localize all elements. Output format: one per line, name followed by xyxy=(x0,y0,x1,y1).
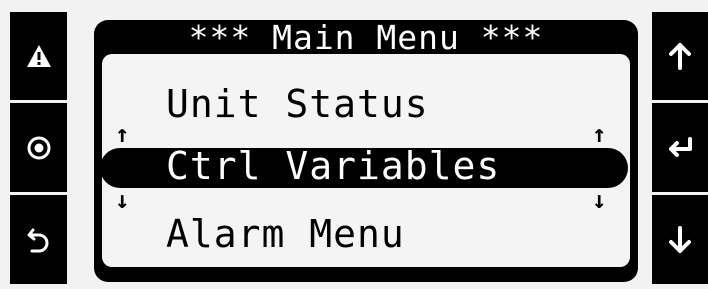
arrow-up-icon xyxy=(669,43,691,70)
button-divider xyxy=(10,192,67,195)
scroll-down-indicator-left: ↓ xyxy=(115,186,130,214)
escape-button[interactable] xyxy=(10,196,67,284)
scroll-up-indicator-left: ↑ xyxy=(115,120,130,148)
menu-item-ctrl-variables[interactable]: Ctrl Variables xyxy=(166,144,500,188)
enter-button[interactable] xyxy=(652,104,708,192)
enter-icon xyxy=(669,137,692,157)
left-button-column xyxy=(10,12,67,284)
right-button-column xyxy=(652,12,708,284)
alarm-button[interactable] xyxy=(10,12,67,100)
up-button[interactable] xyxy=(652,12,708,100)
program-button[interactable] xyxy=(10,104,67,192)
menu-title: *** Main Menu *** xyxy=(188,18,544,57)
menu-item-unit-status[interactable]: Unit Status xyxy=(166,82,429,126)
menu-item-alarm-menu[interactable]: Alarm Menu xyxy=(166,212,405,256)
button-divider xyxy=(652,100,708,103)
down-button[interactable] xyxy=(652,196,708,284)
hmi-device: *** Main Menu *** Unit Status Ctrl Varia… xyxy=(0,0,708,289)
warning-icon xyxy=(26,45,51,67)
scroll-up-indicator-right: ↑ xyxy=(592,120,607,148)
button-divider xyxy=(10,100,67,103)
scroll-down-indicator-right: ↓ xyxy=(592,186,607,214)
record-icon xyxy=(27,136,50,160)
button-divider xyxy=(652,192,708,195)
back-icon xyxy=(27,228,48,253)
arrow-down-icon xyxy=(669,226,691,253)
